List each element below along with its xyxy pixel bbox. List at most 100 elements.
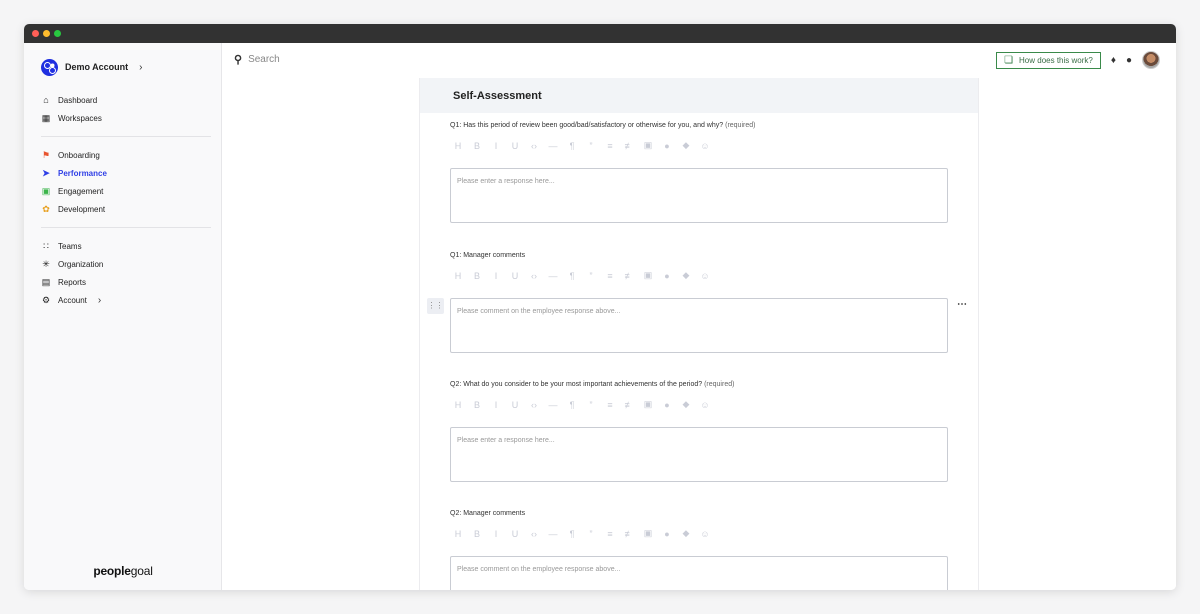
italic-icon[interactable]: I: [491, 400, 501, 410]
chevron-right-icon: ›: [97, 294, 102, 306]
sidebar-item-performance[interactable]: ➤ Performance: [41, 164, 204, 182]
sidebar-item-development[interactable]: ✿ Development: [41, 200, 204, 218]
bullet-list-icon[interactable]: ≡: [605, 529, 615, 539]
response-textarea[interactable]: Please enter a response here...: [450, 427, 948, 482]
underline-icon[interactable]: U: [510, 400, 520, 410]
sidebar-item-workspaces[interactable]: ▦ Workspaces: [41, 109, 204, 127]
underline-icon[interactable]: U: [510, 271, 520, 281]
horizontal-rule-icon[interactable]: —: [548, 529, 558, 539]
bell-icon[interactable]: ♦: [1111, 55, 1116, 66]
sidebar-item-account[interactable]: ⚙ Account ›: [41, 291, 204, 309]
minimize-window-button[interactable]: [43, 30, 50, 37]
drop-icon[interactable]: ◆: [681, 528, 691, 539]
numbered-list-icon[interactable]: ≢: [624, 529, 634, 539]
bullet-list-icon[interactable]: ≡: [605, 271, 615, 281]
top-bar: ⚲ Search ❏ How does this work? ♦ ●: [222, 43, 1176, 76]
account-switcher[interactable]: Demo Account ›: [24, 43, 221, 91]
numbered-list-icon[interactable]: ≢: [624, 271, 634, 281]
camera-icon[interactable]: ▣: [643, 270, 653, 281]
quote-icon[interactable]: ”: [586, 529, 596, 539]
code-icon[interactable]: ‹›: [529, 529, 539, 539]
horizontal-rule-icon[interactable]: —: [548, 400, 558, 410]
code-icon[interactable]: ‹›: [529, 141, 539, 151]
review-form: Self-Assessment Q1: Has this period of r…: [419, 78, 979, 590]
book-icon: ❏: [1004, 54, 1014, 66]
emoji-icon[interactable]: ☺: [700, 141, 710, 151]
sidebar-item-label: Development: [58, 204, 106, 214]
avatar[interactable]: [1142, 51, 1160, 69]
sidebar-item-label: Organization: [58, 259, 104, 269]
italic-icon[interactable]: I: [491, 141, 501, 151]
more-options-icon[interactable]: ⋯: [957, 299, 968, 310]
sidebar-item-organization[interactable]: ✳ Organization: [41, 255, 204, 273]
help-label: How does this work?: [1019, 55, 1093, 65]
sidebar-item-onboarding[interactable]: ⚑ Onboarding: [41, 146, 204, 164]
sidebar-item-teams[interactable]: ∷ Teams: [41, 237, 204, 255]
paragraph-icon[interactable]: ¶: [567, 400, 577, 410]
divider: [41, 227, 211, 228]
bold-icon[interactable]: B: [472, 271, 482, 281]
person-icon[interactable]: ●: [662, 271, 672, 281]
account-name: Demo Account: [65, 62, 129, 72]
sidebar-item-dashboard[interactable]: ⌂ Dashboard: [41, 91, 204, 109]
emoji-icon[interactable]: ☺: [700, 400, 710, 410]
bullet-list-icon[interactable]: ≡: [605, 400, 615, 410]
drag-handle[interactable]: ⋮⋮: [427, 298, 444, 314]
camera-icon[interactable]: ▣: [643, 140, 653, 151]
window-titlebar: [24, 24, 1176, 43]
bold-icon[interactable]: B: [472, 529, 482, 539]
rich-text-toolbar: H B I U ‹› — ¶ ” ≡ ≢ ▣ ● ◆ ☺: [453, 270, 710, 281]
drop-icon[interactable]: ◆: [681, 399, 691, 410]
close-window-button[interactable]: [32, 30, 39, 37]
code-icon[interactable]: ‹›: [529, 271, 539, 281]
how-does-this-work-button[interactable]: ❏ How does this work?: [996, 51, 1101, 69]
underline-icon[interactable]: U: [510, 529, 520, 539]
underline-icon[interactable]: U: [510, 141, 520, 151]
manager-comment-textarea[interactable]: Please comment on the employee response …: [450, 556, 948, 590]
drop-icon[interactable]: ◆: [681, 270, 691, 281]
maximize-window-button[interactable]: [54, 30, 61, 37]
quote-icon[interactable]: ”: [586, 271, 596, 281]
numbered-list-icon[interactable]: ≢: [624, 400, 634, 410]
heading-icon[interactable]: H: [453, 141, 463, 151]
bullet-list-icon[interactable]: ≡: [605, 141, 615, 151]
person-icon[interactable]: ●: [662, 400, 672, 410]
person-icon[interactable]: ●: [662, 529, 672, 539]
numbered-list-icon[interactable]: ≢: [624, 141, 634, 151]
puzzle-icon: ▣: [41, 186, 51, 196]
sidebar-item-label: Engagement: [58, 186, 104, 196]
italic-icon[interactable]: I: [491, 271, 501, 281]
quote-icon[interactable]: ”: [586, 400, 596, 410]
bold-icon[interactable]: B: [472, 141, 482, 151]
emoji-icon[interactable]: ☺: [700, 271, 710, 281]
sidebar-item-engagement[interactable]: ▣ Engagement: [41, 182, 204, 200]
horizontal-rule-icon[interactable]: —: [548, 271, 558, 281]
person-icon[interactable]: ●: [662, 141, 672, 151]
paragraph-icon[interactable]: ¶: [567, 529, 577, 539]
sidebar-item-label: Workspaces: [58, 113, 102, 123]
bold-icon[interactable]: B: [472, 400, 482, 410]
section-title: Self-Assessment: [420, 78, 978, 113]
home-icon: ⌂: [43, 95, 49, 105]
report-icon: ▤: [41, 277, 51, 287]
emoji-icon[interactable]: ☺: [700, 529, 710, 539]
camera-icon[interactable]: ▣: [643, 528, 653, 539]
sidebar-item-reports[interactable]: ▤ Reports: [41, 273, 204, 291]
code-icon[interactable]: ‹›: [529, 400, 539, 410]
manager-comment-textarea[interactable]: Please comment on the employee response …: [450, 298, 948, 353]
app-window: Demo Account › ⌂ Dashboard ▦ Workspaces …: [24, 24, 1176, 590]
paragraph-icon[interactable]: ¶: [567, 141, 577, 151]
heading-icon[interactable]: H: [453, 271, 463, 281]
italic-icon[interactable]: I: [491, 529, 501, 539]
quote-icon[interactable]: ”: [586, 141, 596, 151]
heading-icon[interactable]: H: [453, 400, 463, 410]
search-bar[interactable]: ⚲ Search: [234, 53, 280, 66]
camera-icon[interactable]: ▣: [643, 399, 653, 410]
heading-icon[interactable]: H: [453, 529, 463, 539]
paragraph-icon[interactable]: ¶: [567, 271, 577, 281]
chevron-right-icon: ›: [139, 61, 143, 73]
lightbulb-icon[interactable]: ●: [1126, 55, 1132, 66]
drop-icon[interactable]: ◆: [681, 140, 691, 151]
response-textarea[interactable]: Please enter a response here...: [450, 168, 948, 223]
horizontal-rule-icon[interactable]: —: [548, 141, 558, 151]
